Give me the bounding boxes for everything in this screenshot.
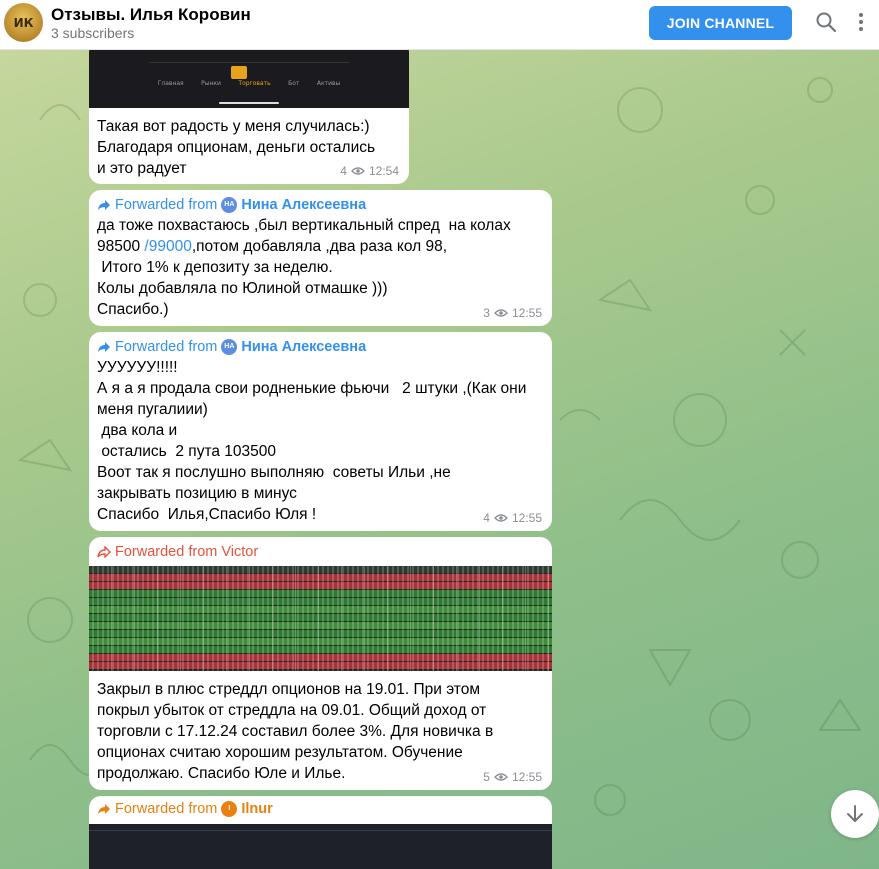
- scroll-to-bottom-button[interactable]: [831, 790, 879, 838]
- message-text: УУУУУУ!!!!! А я а я продала свои роднень…: [97, 359, 527, 523]
- channel-header: ИК Отзывы. Илья Коровин 3 subscribers JO…: [0, 0, 879, 50]
- forward-arrow-icon: [98, 200, 110, 210]
- view-count: 3: [483, 306, 490, 320]
- app-bottom-nav: Главная Рынки Торговать Бот Активы: [149, 80, 349, 87]
- forwarded-avatar: I: [221, 801, 238, 817]
- forward-arrow-icon: [97, 546, 111, 558]
- eye-icon: [494, 514, 508, 522]
- forwarded-avatar: НА: [221, 197, 238, 213]
- view-count: 5: [483, 770, 490, 784]
- view-count: 4: [483, 511, 490, 525]
- message-bubble: Forwarded from НА Нина Алексеевна да тож…: [89, 190, 552, 326]
- forwarded-avatar: НА: [221, 339, 238, 355]
- message-photo[interactable]: [89, 566, 552, 671]
- arrow-down-icon: [847, 805, 863, 822]
- app-tab-label: Активы: [316, 80, 341, 87]
- forwarded-label: Forwarded from: [115, 801, 218, 817]
- forwarded-header[interactable]: Forwarded from I Ilnur: [97, 799, 273, 819]
- forwarded-header[interactable]: Forwarded from НА Нина Алексеевна: [97, 195, 366, 215]
- search-icon[interactable]: [814, 10, 838, 34]
- more-vertical-icon[interactable]: [849, 10, 873, 34]
- message-meta: 4 12:55: [483, 511, 542, 525]
- message-photo[interactable]: Главная Рынки Торговать Бот Активы: [89, 40, 409, 108]
- forwarded-sender: Нина Алексеевна: [241, 339, 367, 355]
- forward-arrow-icon: [98, 342, 110, 352]
- forwarded-header[interactable]: Forwarded from НА Нина Алексеевна: [97, 337, 366, 357]
- forwarded-label: Forwarded from: [115, 197, 218, 213]
- message-meta: 3 12:55: [483, 306, 542, 320]
- message-bubble: Forwarded from Victor Закрыл в плюс стре…: [89, 537, 552, 790]
- forwarded-label: Forwarded from: [115, 339, 218, 355]
- message-text: Закрыл в плюс стреддл опционов на 19.01.…: [97, 681, 494, 782]
- eye-icon: [494, 773, 508, 781]
- eye-icon: [351, 167, 365, 175]
- avatar-initials: ИК: [13, 15, 34, 30]
- message-time: 12:55: [511, 770, 542, 784]
- eye-icon: [494, 309, 508, 317]
- message-photo[interactable]: [89, 824, 552, 869]
- message-bubble: Главная Рынки Торговать Бот Активы Такая…: [89, 40, 409, 184]
- message-bubble: Forwarded from НА Нина Алексеевна УУУУУУ…: [89, 332, 552, 531]
- message-link[interactable]: /99000: [144, 238, 191, 255]
- forwarded-label: Forwarded from Victor: [115, 544, 259, 560]
- channel-avatar[interactable]: ИК: [4, 3, 43, 42]
- message-text: да тоже похвастаюсь ,был вертикальный сп…: [97, 215, 547, 320]
- app-tab-label: Рынки: [201, 80, 221, 87]
- subscriber-count: 3 subscribers: [51, 25, 135, 41]
- message-meta: 5 12:55: [483, 770, 542, 784]
- message-time: 12:55: [511, 306, 542, 320]
- forwarded-sender: Нина Алексеевна: [241, 197, 367, 213]
- channel-title[interactable]: Отзывы. Илья Коровин: [51, 5, 251, 25]
- app-tab-label: Бот: [288, 80, 300, 87]
- app-tab-label: Торговать: [238, 80, 271, 87]
- message-meta: 4 12:54: [340, 164, 399, 178]
- forward-arrow-icon: [98, 804, 110, 814]
- app-tab-label: Главная: [157, 80, 184, 87]
- join-channel-button[interactable]: JOIN CHANNEL: [649, 6, 792, 40]
- forwarded-sender: Ilnur: [241, 801, 273, 817]
- message-time: 12:54: [368, 164, 399, 178]
- message-bubble: Forwarded from I Ilnur: [89, 796, 552, 869]
- message-time: 12:55: [511, 511, 542, 525]
- view-count: 4: [340, 164, 347, 178]
- forwarded-header[interactable]: Forwarded from Victor: [97, 542, 258, 562]
